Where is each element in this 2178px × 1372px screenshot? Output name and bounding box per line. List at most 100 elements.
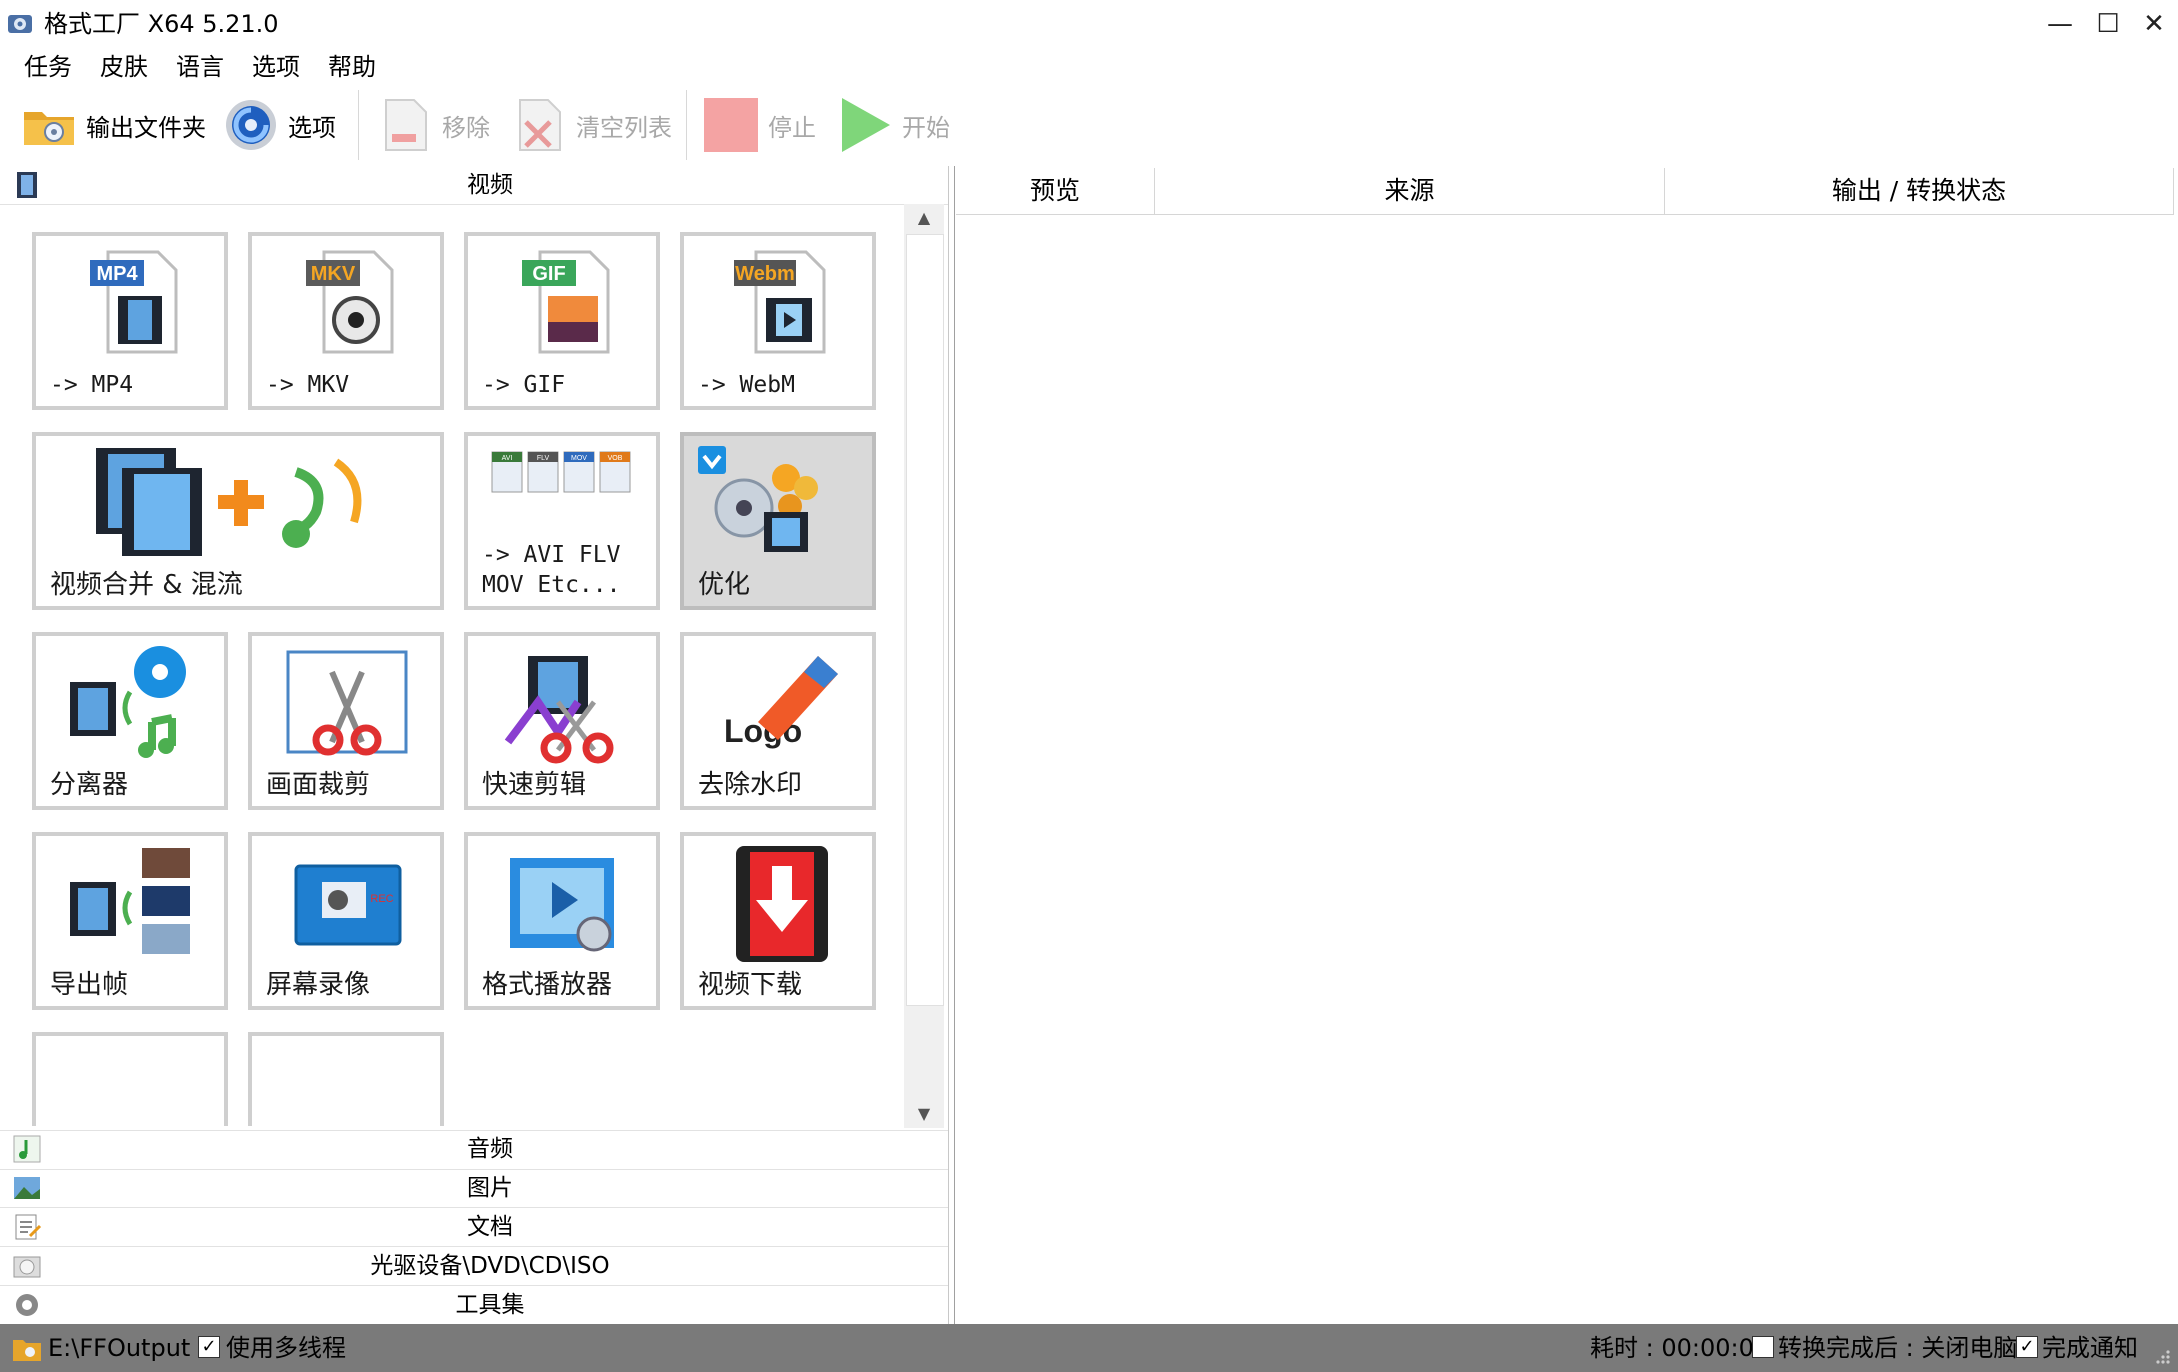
column-source[interactable]: 来源 bbox=[1155, 168, 1665, 215]
output-path[interactable]: E:\FFOutput bbox=[48, 1324, 190, 1372]
multithread-label: 使用多线程 bbox=[226, 1334, 346, 1362]
tile-export-frames-label: 导出帧 bbox=[50, 970, 129, 1000]
tile-video-download[interactable]: 视频下载 bbox=[680, 832, 876, 1010]
output-folder-icon bbox=[13, 1340, 41, 1361]
menu-language[interactable]: 语言 bbox=[176, 48, 224, 86]
start-button[interactable]: 开始 bbox=[836, 92, 950, 158]
svg-text:MKV: MKV bbox=[311, 263, 356, 285]
tile-crop-label: 画面裁剪 bbox=[266, 770, 371, 800]
category-audio-label: 音频 bbox=[467, 1136, 513, 1162]
elapsed-time: 耗时 : 00:00:00 bbox=[1590, 1334, 1770, 1362]
tile-optimize-label: 优化 bbox=[698, 570, 751, 600]
start-label: 开始 bbox=[902, 113, 950, 142]
remove-button[interactable]: 移除 bbox=[376, 92, 490, 158]
video-function-grid: MP4 -> MP4 MKV -> MKV GIF -> GIF Webm ->… bbox=[4, 206, 904, 1126]
tile-format-player-label: 格式播放器 bbox=[482, 970, 613, 1000]
column-output-status[interactable]: 输出 / 转换状态 bbox=[1665, 168, 2174, 215]
tile-export-frames[interactable]: 导出帧 bbox=[32, 832, 228, 1010]
splitter-icon bbox=[70, 646, 186, 758]
export-frames-icon bbox=[70, 848, 190, 954]
tile-remove-logo[interactable]: Logo 去除水印 bbox=[680, 632, 876, 810]
screen-record-icon: REC bbox=[294, 864, 402, 946]
options-button[interactable]: 选项 bbox=[222, 92, 336, 158]
category-document-label: 文档 bbox=[467, 1214, 513, 1240]
mp4-file-icon: MP4 bbox=[90, 250, 178, 354]
multi-format-icons: AVI FLV MOV VOB bbox=[491, 451, 631, 493]
menu-task[interactable]: 任务 bbox=[24, 48, 72, 86]
tile-video-download-label: 视频下载 bbox=[698, 970, 803, 1000]
gear-icon bbox=[226, 100, 276, 150]
stop-button[interactable]: 停止 bbox=[702, 92, 816, 158]
menu-skin[interactable]: 皮肤 bbox=[100, 48, 148, 86]
tile-to-mkv-label: -> MKV bbox=[266, 372, 350, 398]
task-list[interactable] bbox=[954, 166, 2177, 1324]
stop-label: 停止 bbox=[768, 113, 816, 142]
scroll-up-arrow-icon[interactable]: ▲ bbox=[904, 204, 944, 232]
play-icon bbox=[842, 98, 890, 152]
tile-to-gif[interactable]: GIF -> GIF bbox=[464, 232, 660, 410]
options-label: 选项 bbox=[288, 113, 336, 142]
tile-empty bbox=[248, 1032, 444, 1126]
notify-checkbox[interactable]: ✓ bbox=[2016, 1336, 2038, 1358]
eraser-logo-icon: Logo bbox=[724, 656, 838, 749]
optimize-gears-icon bbox=[698, 446, 818, 552]
toolbar-separator bbox=[686, 90, 687, 160]
svg-text:MP4: MP4 bbox=[96, 263, 138, 285]
category-toolbox-label: 工具集 bbox=[455, 1292, 525, 1318]
toolbar-separator bbox=[358, 90, 359, 160]
crop-scissors-icon bbox=[286, 650, 408, 756]
tile-other-formats[interactable]: AVI FLV MOV VOB -> AVI FLV MOV Etc... bbox=[464, 432, 660, 610]
format-factory-app-icon bbox=[8, 15, 32, 33]
menu-help[interactable]: 帮助 bbox=[328, 48, 376, 86]
clear-list-button[interactable]: 清空列表 bbox=[510, 92, 672, 158]
category-picture-label: 图片 bbox=[467, 1175, 513, 1201]
tile-to-mkv[interactable]: MKV -> MKV bbox=[248, 232, 444, 410]
webm-file-icon: Webm bbox=[734, 250, 826, 354]
merge-video-audio-icon bbox=[96, 448, 362, 556]
after-convert-checkbox[interactable] bbox=[1752, 1336, 1774, 1358]
stop-icon bbox=[704, 98, 758, 152]
multithread-checkbox[interactable]: ✓ bbox=[198, 1336, 220, 1358]
output-folder-button[interactable]: 输出文件夹 bbox=[20, 92, 206, 158]
title-bar bbox=[0, 0, 2178, 48]
quick-clip-icon bbox=[504, 656, 614, 764]
resize-grip-icon[interactable] bbox=[2152, 1346, 2172, 1366]
scroll-down-arrow-icon[interactable]: ▼ bbox=[904, 1100, 944, 1128]
clear-list-label: 清空列表 bbox=[576, 113, 672, 142]
remove-file-icon bbox=[385, 99, 427, 151]
remove-label: 移除 bbox=[442, 113, 490, 142]
tile-screen-record-label: 屏幕录像 bbox=[266, 970, 371, 1000]
svg-text:GIF: GIF bbox=[532, 263, 565, 285]
output-folder-label: 输出文件夹 bbox=[86, 113, 206, 142]
tile-quick-clip[interactable]: 快速剪辑 bbox=[464, 632, 660, 810]
tile-to-webm[interactable]: Webm -> WebM bbox=[680, 232, 876, 410]
svg-text:Webm: Webm bbox=[735, 263, 795, 285]
tile-other-formats-label: -> AVI FLV MOV Etc... bbox=[482, 542, 621, 598]
close-button[interactable]: ✕ bbox=[2124, 6, 2178, 42]
tile-optimize[interactable]: 优化 bbox=[680, 432, 876, 610]
svg-text:VOB: VOB bbox=[608, 455, 623, 462]
clear-list-icon bbox=[519, 99, 561, 151]
category-rom-label: 光驱设备\DVD\CD\ISO bbox=[370, 1253, 610, 1279]
download-icon bbox=[736, 846, 828, 962]
tile-video-merge-mux-label: 视频合并 & 混流 bbox=[50, 570, 243, 600]
svg-text:AVI: AVI bbox=[502, 455, 513, 462]
window-title: 格式工厂 X64 5.21.0 bbox=[44, 10, 279, 38]
tile-to-mp4[interactable]: MP4 -> MP4 bbox=[32, 232, 228, 410]
tile-crop[interactable]: 画面裁剪 bbox=[248, 632, 444, 810]
column-preview[interactable]: 预览 bbox=[956, 168, 1155, 215]
tile-to-webm-label: -> WebM bbox=[698, 372, 795, 398]
tile-splitter[interactable]: 分离器 bbox=[32, 632, 228, 810]
category-video-label: 视频 bbox=[467, 172, 513, 198]
menu-options[interactable]: 选项 bbox=[252, 48, 300, 86]
after-convert-label[interactable]: 转换完成后 : 关闭电脑 bbox=[1778, 1324, 2017, 1372]
tile-remove-logo-label: 去除水印 bbox=[698, 770, 803, 800]
scrollbar-thumb[interactable] bbox=[906, 234, 944, 1006]
player-icon bbox=[510, 858, 614, 952]
tile-screen-record[interactable]: REC 屏幕录像 bbox=[248, 832, 444, 1010]
svg-text:MOV: MOV bbox=[571, 455, 587, 462]
gif-file-icon: GIF bbox=[522, 250, 610, 354]
tile-video-merge-mux[interactable]: 视频合并 & 混流 bbox=[32, 432, 444, 610]
notify-label: 完成通知 bbox=[2042, 1334, 2138, 1362]
tile-format-player[interactable]: 格式播放器 bbox=[464, 832, 660, 1010]
